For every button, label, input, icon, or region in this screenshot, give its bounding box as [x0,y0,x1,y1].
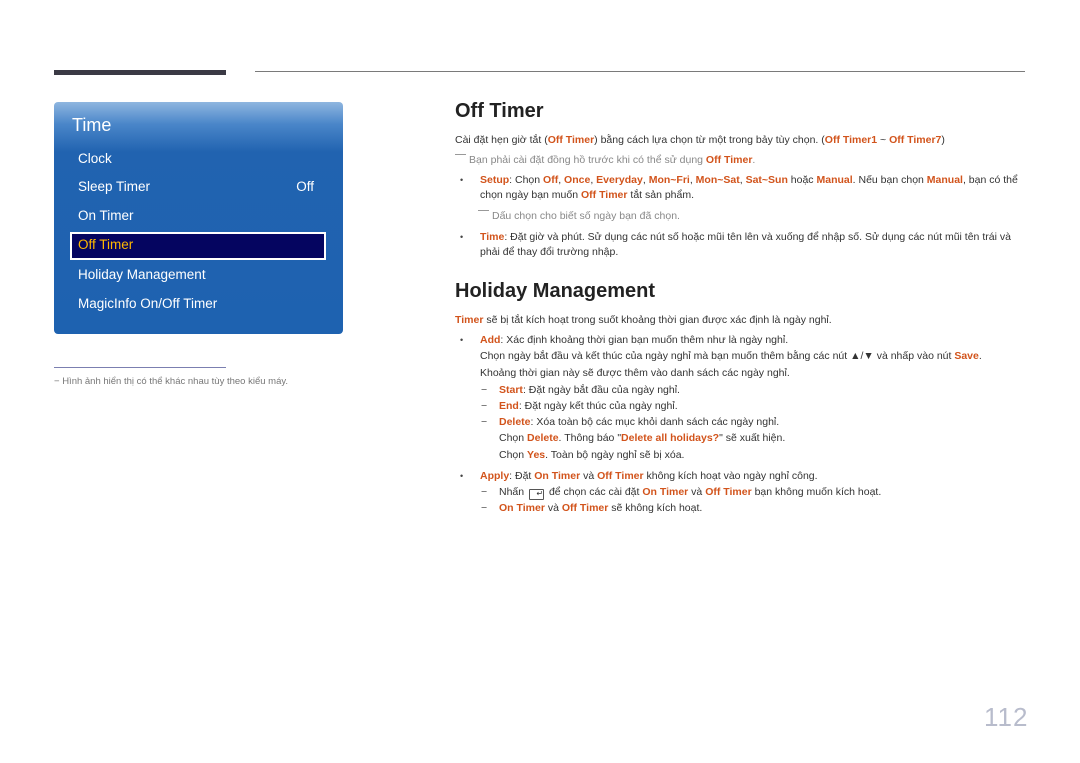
add-line-2: Chọn ngày bắt đầu và kết thúc của ngày n… [480,350,982,362]
note-icon [455,154,466,155]
menu-item-clock[interactable]: Clock [70,146,326,172]
time-menu-panel: Time Clock Sleep Timer Off On Timer Off … [54,102,343,334]
menu-item-holiday-management[interactable]: Holiday Management [70,262,326,288]
setup-subnote: Dấu chọn cho biết số ngày bạn đã chọn. [455,208,1030,224]
main-content: Off Timer Cài đặt hẹn giờ tắt (Off Timer… [455,100,1030,516]
setup-bullet: Setup: Chọn Off, Once, Everyday, Mon~Fri… [455,173,1030,203]
footnote-rule [54,367,226,368]
off-timer-heading: Off Timer [455,100,544,122]
holiday-management-heading: Holiday Management [455,280,656,302]
menu-item-label: Off Timer [78,237,134,252]
menu-item-sleep-timer[interactable]: Sleep Timer Off [70,174,326,200]
menu-item-value: Off [296,179,314,194]
delete-line-2: Chọn Delete. Thông báo "Delete all holid… [499,432,786,444]
delete-line-3: Chọn Yes. Toàn bộ ngày nghỉ sẽ bị xóa. [499,449,685,461]
menu-item-label: MagicInfo On/Off Timer [78,296,218,311]
off-timer-note: Bạn phải cài đặt đồng hồ trước khi có th… [455,152,1030,168]
image-footnote: − Hình ảnh hiển thị có thể khác nhau tùy… [54,376,289,387]
time-bullet: Time: Đặt giờ và phút. Sử dụng các nút s… [455,230,1030,260]
apply-bullet: Apply: Đặt On Timer và Off Timer không k… [455,469,1030,484]
apply-sub-2: − On Timer và Off Timer sẽ không kích hoạ… [481,502,703,514]
menu-item-magicinfo-timer[interactable]: MagicInfo On/Off Timer [70,291,326,317]
header-rule-thin [255,71,1025,72]
add-line-3: Khoảng thời gian này sẽ được thêm vào da… [480,367,790,379]
header-rule-thick [54,70,226,75]
holiday-intro: Timer sẽ bị tắt kích hoạt trong suốt kho… [455,314,832,326]
menu-item-label: On Timer [78,208,134,223]
off-timer-intro: Cài đặt hẹn giờ tắt (Off Timer) bằng các… [455,134,945,146]
enter-icon: ↵ [529,489,545,500]
delete-item: − Delete: Xóa toàn bộ các mục khỏi danh s… [481,416,780,428]
dash-icon: − [54,376,63,387]
menu-item-off-timer[interactable]: Off Timer [70,232,326,260]
menu-item-on-timer[interactable]: On Timer [70,203,326,229]
page-number: 112 [984,702,1029,732]
menu-item-label: Clock [78,151,112,166]
menu-item-label: Sleep Timer [78,179,151,194]
menu-item-label: Holiday Management [78,267,206,282]
end-item: − End: Đặt ngày kết thúc của ngày nghỉ. [481,400,678,412]
add-bullet: Add: Xác định khoảng thời gian bạn muốn … [455,333,1030,348]
menu-title: Time [72,115,112,135]
note-icon [478,210,489,211]
apply-sub-1: − Nhấn ↵ để chọn các cài đặt On Timer và … [481,486,882,500]
start-item: − Start: Đặt ngày bắt đầu của ngày nghỉ. [481,384,680,396]
